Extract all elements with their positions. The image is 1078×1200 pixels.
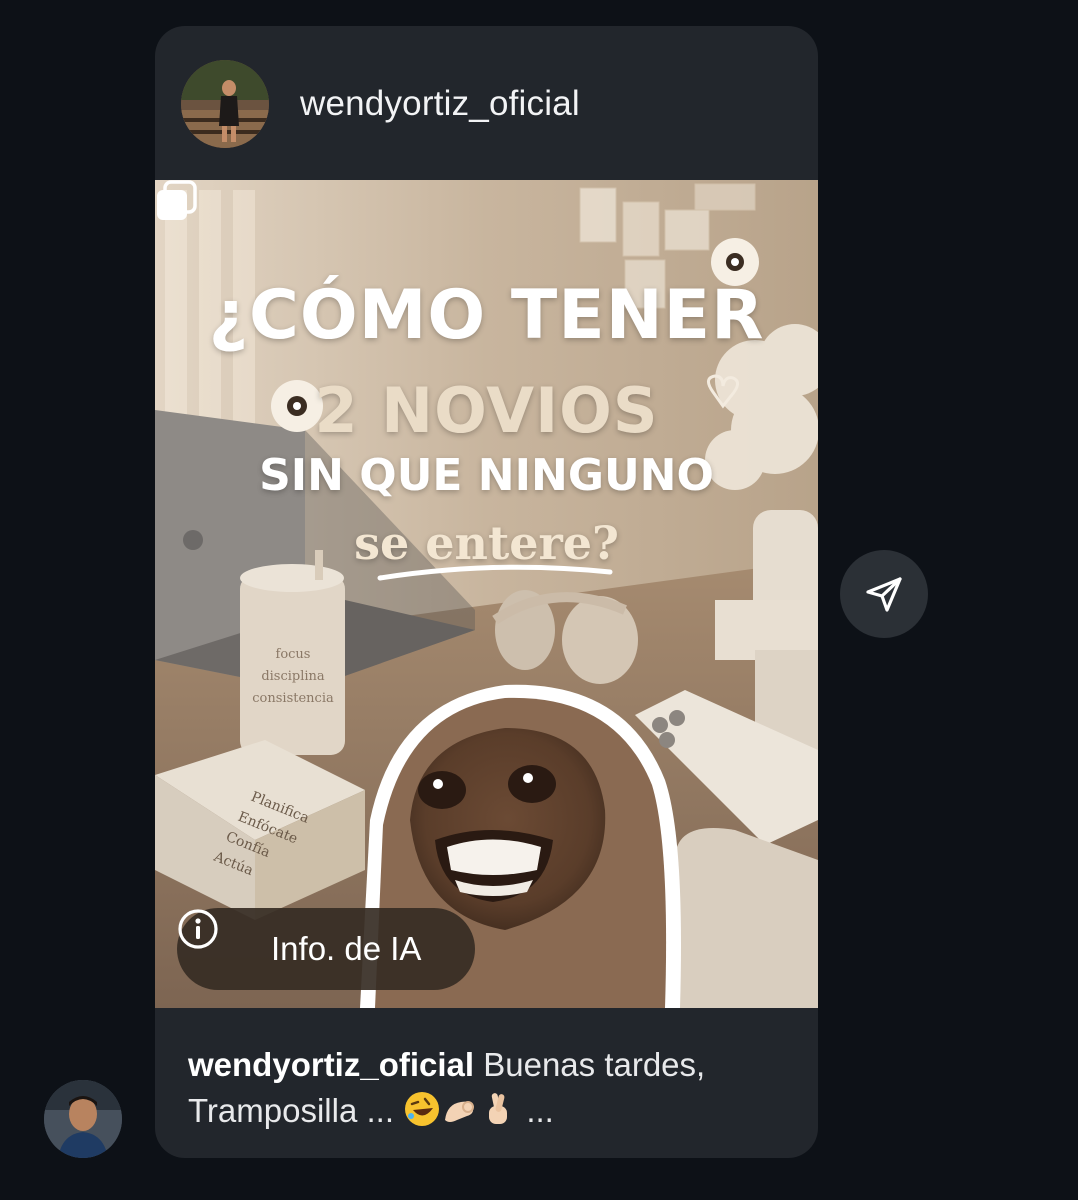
chat-screen: wendyortiz_oficial focus disciplina cons…	[0, 0, 1078, 1200]
flower-decoration	[711, 238, 759, 286]
share-button[interactable]	[840, 550, 928, 638]
caption-ellipsis: ...	[517, 1092, 554, 1129]
cup-text-3: consistencia	[252, 691, 334, 706]
sender-avatar[interactable]	[44, 1080, 122, 1158]
post-image[interactable]: focus disciplina consistencia Planifica …	[155, 180, 818, 1008]
shared-post-card[interactable]: wendyortiz_oficial focus disciplina cons…	[155, 26, 818, 1158]
post-header[interactable]: wendyortiz_oficial	[155, 26, 818, 180]
crossed-fingers-emoji	[489, 1093, 508, 1124]
ai-info-button[interactable]: Info. de IA	[177, 908, 475, 990]
send-icon	[866, 577, 902, 612]
ai-info-label: Info. de IA	[271, 930, 422, 967]
post-caption[interactable]: wendyortiz_oficial Buenas tardes, Trampo…	[188, 1042, 788, 1134]
post-image-artwork: focus disciplina consistencia Planifica …	[155, 180, 818, 1008]
cup-text-2: disciplina	[261, 669, 325, 684]
ok-hand-emoji	[445, 1101, 475, 1122]
carousel-icon	[157, 180, 197, 220]
author-username[interactable]: wendyortiz_oficial	[300, 84, 580, 124]
cup-text-1: focus	[276, 647, 311, 662]
rolling-laughing-emoji	[405, 1092, 440, 1126]
flower-decoration-left	[271, 380, 323, 432]
info-icon	[178, 909, 218, 949]
caption-author[interactable]: wendyortiz_oficial	[188, 1046, 474, 1083]
author-avatar[interactable]	[181, 60, 269, 148]
